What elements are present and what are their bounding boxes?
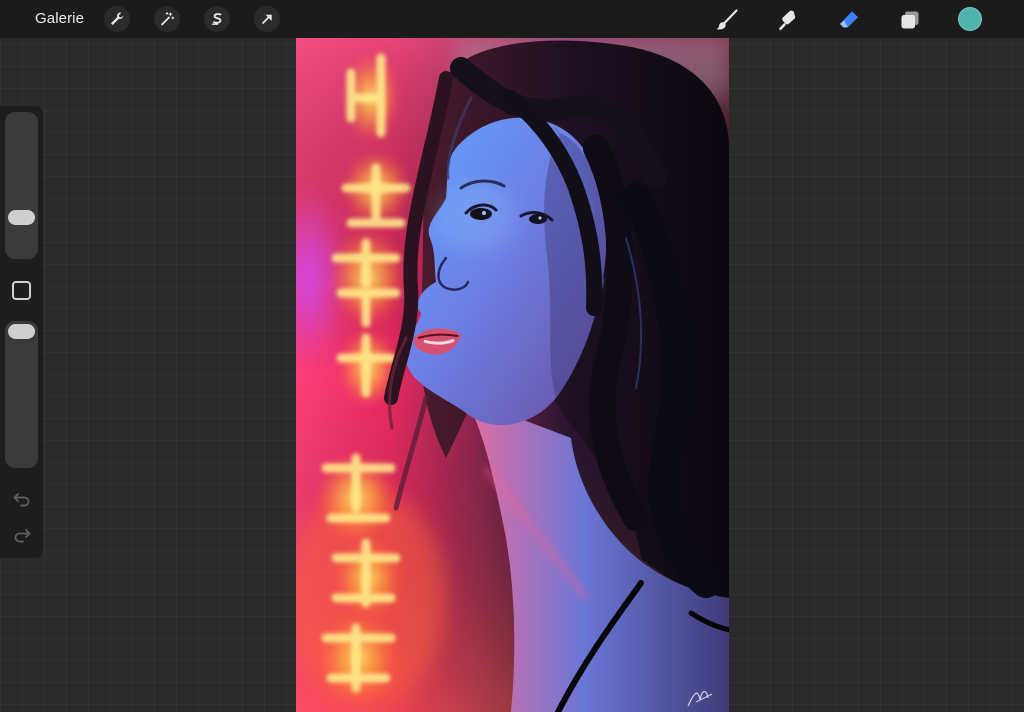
opacity-handle[interactable]	[8, 324, 35, 339]
sidebar	[0, 106, 43, 558]
brush-size-handle[interactable]	[8, 209, 35, 225]
smudge-icon	[779, 10, 796, 31]
brush-tool-button[interactable]	[713, 6, 741, 34]
redo-icon	[14, 529, 31, 543]
adjustments-button[interactable]	[154, 6, 180, 32]
selection-button[interactable]	[204, 6, 230, 32]
neon-portrait-artwork	[296, 38, 729, 712]
actions-wrench-button[interactable]	[104, 6, 130, 32]
transform-arrow-icon	[262, 14, 272, 24]
brush-icon	[716, 9, 738, 30]
eraser-tool-button[interactable]	[835, 6, 863, 34]
layers-button[interactable]	[896, 6, 924, 34]
selection-icon	[211, 13, 222, 25]
eraser-icon	[840, 11, 858, 28]
smudge-tool-button[interactable]	[774, 6, 802, 34]
brush-size-slider[interactable]	[5, 112, 38, 259]
undo-icon	[13, 493, 30, 507]
top-toolbar: Galerie	[0, 0, 1024, 38]
modify-button[interactable]	[12, 281, 31, 300]
gallery-button[interactable]: Galerie	[35, 10, 84, 27]
color-picker-button[interactable]	[958, 7, 982, 31]
drawing-canvas[interactable]	[296, 38, 729, 712]
transform-button[interactable]	[254, 6, 280, 32]
undo-button[interactable]	[11, 490, 33, 508]
opacity-slider[interactable]	[5, 321, 38, 468]
layers-icon	[901, 11, 919, 29]
wrench-icon	[111, 12, 124, 25]
magic-wand-icon	[161, 12, 175, 26]
redo-button[interactable]	[11, 526, 33, 544]
